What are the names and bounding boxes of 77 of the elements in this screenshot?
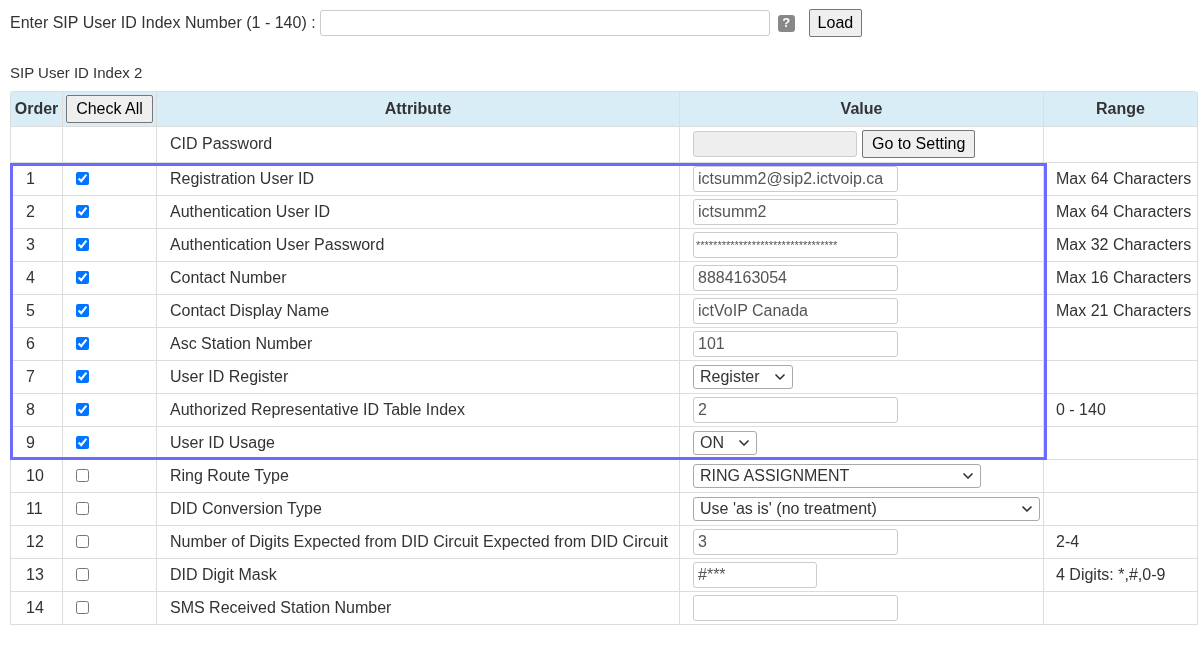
attribute-cell-text: Asc Station Number xyxy=(170,333,313,354)
column-header: Value xyxy=(680,91,1044,127)
order-cell-text: 9 xyxy=(26,432,35,453)
range-cell-text: 2-4 xyxy=(1056,531,1080,552)
range-cell-text: 4 Digits: *,#,0-9 xyxy=(1056,564,1166,585)
row-checkbox[interactable] xyxy=(76,304,89,317)
attribute-cell-text: Ring Route Type xyxy=(170,465,289,486)
range-cell-text: Max 64 Characters xyxy=(1056,168,1192,189)
row-checkbox[interactable] xyxy=(76,403,89,416)
input-field[interactable]: 2 xyxy=(693,396,898,423)
index-input-field[interactable] xyxy=(319,10,770,36)
table-cell xyxy=(11,126,63,163)
section-title: SIP User ID Index 2 xyxy=(10,63,144,83)
order-cell-text: 6 xyxy=(26,333,35,354)
range-cell-text: Max 64 Characters xyxy=(1056,201,1192,222)
input-field[interactable]: ictsumm2 xyxy=(693,198,898,225)
attribute-cell-text: Contact Number xyxy=(170,267,287,288)
load-button[interactable]: Load xyxy=(808,9,863,37)
input-field[interactable]: 3 xyxy=(693,528,898,555)
attribute-cell-text: SMS Received Station Number xyxy=(170,597,392,618)
range-cell-text: Max 21 Characters xyxy=(1056,300,1192,321)
input-field[interactable]: 8884163054 xyxy=(693,264,898,291)
password-field[interactable]: ********************************* xyxy=(693,231,898,258)
row-checkbox[interactable] xyxy=(76,535,89,548)
row-checkbox[interactable] xyxy=(76,172,89,185)
row-checkbox[interactable] xyxy=(76,205,89,218)
order-cell-text: 14 xyxy=(26,597,44,618)
range-cell-text: Max 32 Characters xyxy=(1056,234,1192,255)
attribute-cell-text: User ID Register xyxy=(170,366,289,387)
select-field[interactable]: Register xyxy=(693,364,793,389)
select-field[interactable]: Use 'as is' (no treatment) xyxy=(693,496,1040,521)
column-header: Range xyxy=(1044,91,1198,127)
attribute-cell-text: Contact Display Name xyxy=(170,300,330,321)
order-cell-text: 1 xyxy=(26,168,35,189)
order-cell-text: 13 xyxy=(26,564,44,585)
go-to-setting-button[interactable]: Go to Setting xyxy=(862,130,976,158)
input-field[interactable]: ictsumm2@sip2.ictvoip.ca xyxy=(693,165,898,192)
attribute-cell-text: DID Conversion Type xyxy=(170,498,322,519)
range-cell-text: 0 - 140 xyxy=(1056,399,1106,420)
column-header: Order xyxy=(11,91,63,127)
order-cell-text: 10 xyxy=(26,465,44,486)
row-checkbox[interactable] xyxy=(76,568,89,581)
order-cell-text: 4 xyxy=(26,267,35,288)
select-field[interactable]: ON xyxy=(693,430,757,455)
row-checkbox[interactable] xyxy=(76,502,89,515)
index-label: Enter SIP User ID Index Number (1 - 140) : xyxy=(10,13,316,33)
attribute-cell-text: CID Password xyxy=(170,134,273,154)
order-cell-text: 3 xyxy=(26,234,35,255)
attribute-cell-text: Number of Digits Expected from DID Circuit Expected from DID Circuit xyxy=(170,531,668,552)
order-cell-text: 8 xyxy=(26,399,35,420)
order-cell-text: 12 xyxy=(26,531,44,552)
row-checkbox[interactable] xyxy=(76,469,89,482)
attribute-cell-text: Authentication User Password xyxy=(170,234,385,255)
attribute-cell-text: Authentication User ID xyxy=(170,201,331,222)
row-checkbox[interactable] xyxy=(76,436,89,449)
order-cell-text: 2 xyxy=(26,201,35,222)
input-field[interactable]: 101 xyxy=(693,330,898,357)
row-checkbox[interactable] xyxy=(76,601,89,614)
range-cell-text: Max 16 Characters xyxy=(1056,267,1192,288)
order-cell-text: 7 xyxy=(26,366,35,387)
check-all-button[interactable]: Check All xyxy=(66,94,153,123)
attribute-cell-text: Authorized Representative ID Table Index xyxy=(170,399,465,420)
input-field[interactable]: #*** xyxy=(693,561,817,588)
order-cell-text: 11 xyxy=(26,498,43,519)
row-checkbox[interactable] xyxy=(76,337,89,350)
input-field[interactable]: ictVoIP Canada xyxy=(693,297,898,324)
row-checkbox[interactable] xyxy=(76,370,89,383)
input-field[interactable] xyxy=(693,594,898,621)
order-cell-text: 5 xyxy=(26,300,35,321)
help-icon[interactable]: ? xyxy=(777,14,795,32)
row-checkbox[interactable] xyxy=(76,271,89,284)
column-header: Attribute xyxy=(157,91,680,127)
row-checkbox[interactable] xyxy=(76,238,89,251)
attribute-cell-text: User ID Usage xyxy=(170,432,275,453)
attribute-cell-text: DID Digit Mask xyxy=(170,564,277,585)
select-field[interactable]: RING ASSIGNMENT xyxy=(693,463,981,488)
attribute-cell-text: Registration User ID xyxy=(170,168,315,189)
